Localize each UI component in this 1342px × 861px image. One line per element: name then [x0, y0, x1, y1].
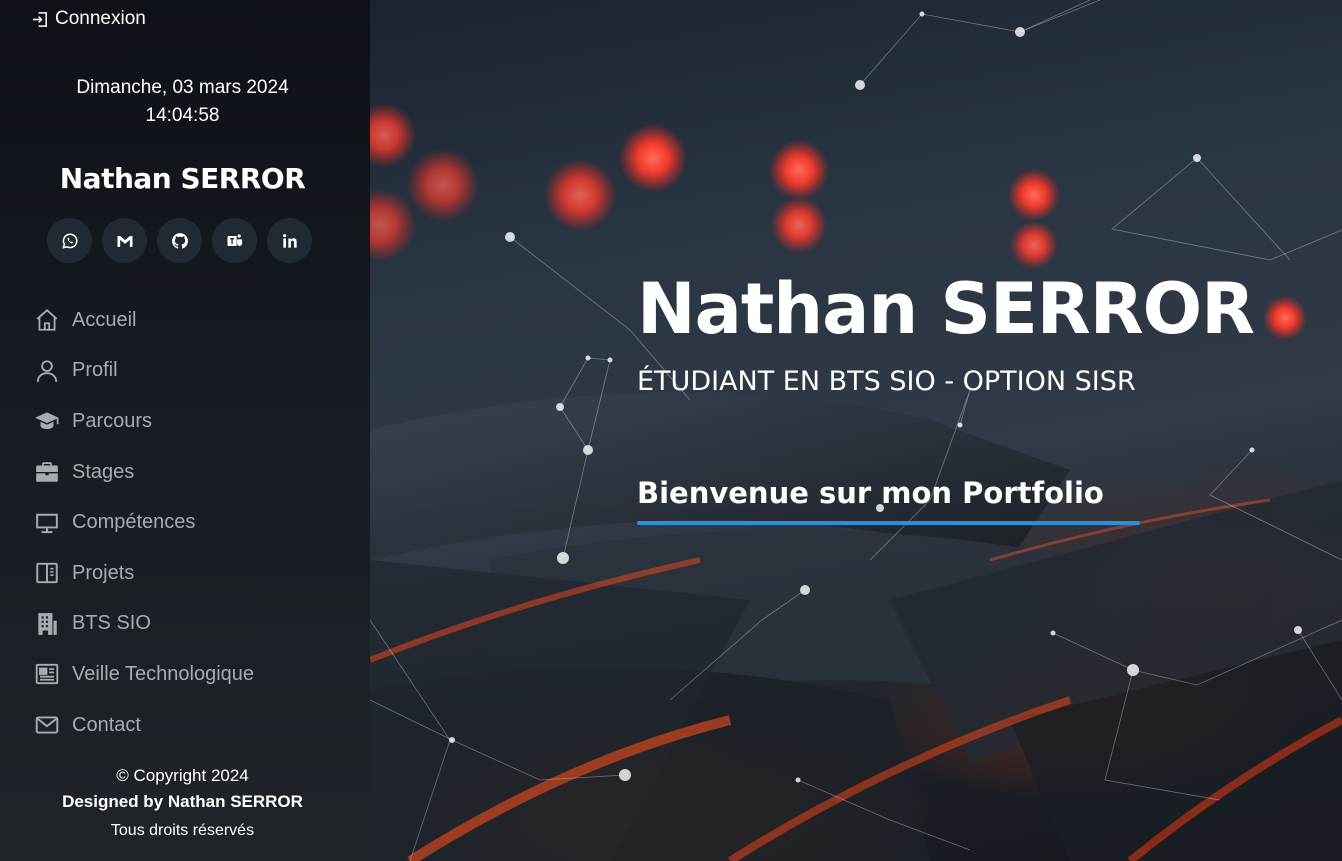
sidebar-name: Nathan SERROR: [59, 162, 306, 195]
whatsapp-button[interactable]: [47, 218, 92, 263]
nav-item-bts-sio[interactable]: BTS SIO: [32, 599, 254, 650]
linkedin-button[interactable]: [267, 218, 312, 263]
building-icon: [38, 613, 57, 635]
nav-label: Accueil: [72, 308, 137, 331]
nav-label: Profil: [72, 359, 118, 382]
login-link[interactable]: Connexion: [31, 8, 146, 30]
datetime-display: Dimanche, 03 mars 2024 14:04:58: [0, 74, 365, 130]
nav-item-contact[interactable]: Contact: [32, 700, 254, 751]
hero-welcome: Bienvenue sur mon Portfolio: [637, 476, 1104, 510]
whatsapp-icon: [61, 233, 77, 249]
gmail-button[interactable]: [102, 218, 147, 263]
nav-item-competences[interactable]: Compétences: [32, 497, 254, 548]
hero-section: Nathan SERROR ÉTUDIANT EN BTS SIO - OPTI…: [370, 0, 1342, 861]
nav-item-veille[interactable]: Veille Technologique: [32, 649, 254, 700]
github-button[interactable]: [157, 218, 202, 263]
rights-text: Tous droits réservés: [110, 822, 255, 839]
gmail-icon: [117, 235, 132, 247]
nav-label: Projets: [72, 561, 135, 584]
nav-item-projets[interactable]: Projets: [32, 548, 254, 599]
nav-item-parcours[interactable]: Parcours: [32, 396, 254, 447]
welcome-underline: [637, 521, 1140, 525]
nav-label: Veille Technologique: [72, 662, 255, 685]
current-time: 14:04:58: [145, 105, 220, 126]
nav-label: Parcours: [72, 409, 153, 432]
envelope-icon: [35, 716, 59, 734]
current-date: Dimanche, 03 mars 2024: [76, 77, 289, 98]
sign-in-icon: [32, 11, 47, 27]
nav-item-accueil[interactable]: Accueil: [32, 295, 254, 346]
nav-item-profil[interactable]: Profil: [32, 346, 254, 397]
hero-background-image: [370, 0, 1342, 861]
linkedin-icon: [282, 233, 297, 248]
nav-label: Contact: [72, 713, 141, 736]
copyright-text: © Copyright 2024: [116, 766, 249, 785]
layout-icon: [36, 563, 58, 584]
sidebar-footer: © Copyright 2024 Designed by Nathan SERR…: [0, 764, 365, 846]
designer-credit: Designed by Nathan SERROR: [62, 792, 303, 811]
login-label: Connexion: [55, 8, 146, 29]
nav-item-stages[interactable]: Stages: [32, 447, 254, 498]
newspaper-icon: [35, 664, 59, 685]
home-icon: [36, 309, 58, 331]
social-links: [47, 218, 312, 263]
sidebar-nav: Accueil Profil Parcours Stages Compétenc…: [32, 295, 254, 750]
sidebar: Connexion Dimanche, 03 mars 2024 14:04:5…: [0, 0, 370, 861]
user-icon: [36, 360, 58, 382]
teams-icon: [227, 233, 242, 246]
hero-title: Nathan SERROR: [637, 268, 1255, 350]
monitor-icon: [36, 513, 58, 533]
nav-label: Compétences: [72, 511, 196, 534]
nav-label: BTS SIO: [72, 612, 151, 635]
nav-label: Stages: [72, 460, 135, 483]
github-icon: [171, 232, 188, 249]
hero-subtitle: ÉTUDIANT EN BTS SIO - OPTION SISR: [637, 366, 1136, 397]
briefcase-icon: [36, 462, 58, 482]
graduation-cap-icon: [35, 412, 59, 430]
teams-button[interactable]: [212, 218, 257, 263]
